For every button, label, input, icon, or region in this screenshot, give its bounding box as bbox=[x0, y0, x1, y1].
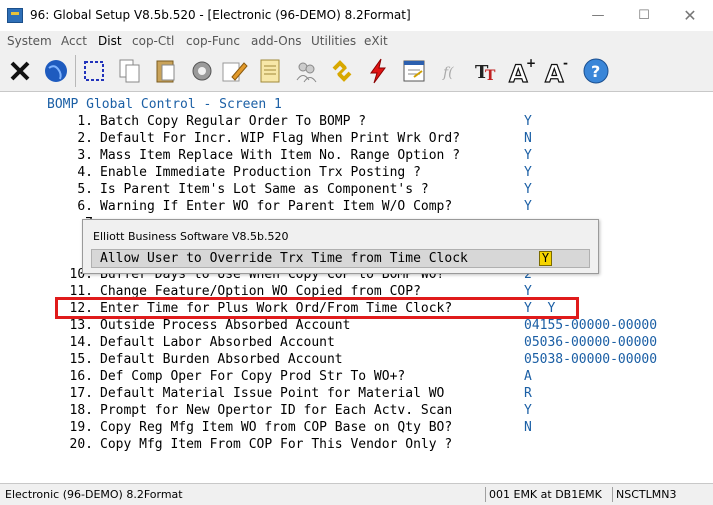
app-icon bbox=[7, 8, 23, 23]
line-value[interactable]: 05038-00000-00000 bbox=[524, 351, 657, 368]
line-value[interactable]: Y bbox=[524, 164, 532, 181]
line-label: Copy Reg Mfg Item WO from COP Base on Qt… bbox=[100, 420, 453, 435]
line-value[interactable]: Y bbox=[524, 113, 532, 130]
line-number: 14. bbox=[69, 335, 93, 350]
dialog-title: Elliott Business Software V8.5b.520 bbox=[93, 230, 289, 243]
line-number: 16. bbox=[69, 369, 93, 384]
minimize-icon[interactable]: — bbox=[575, 0, 621, 30]
script-icon[interactable]: f( bbox=[434, 55, 466, 87]
copy-icon[interactable] bbox=[114, 55, 146, 87]
line-label: Batch Copy Regular Order To BOMP ? bbox=[100, 114, 367, 129]
line-value[interactable]: A bbox=[524, 368, 532, 385]
menu-system[interactable]: System bbox=[7, 34, 52, 48]
menu-cop-func[interactable]: cop-Func bbox=[186, 34, 240, 48]
line-value[interactable]: R bbox=[524, 385, 532, 402]
status-company: Electronic (96-DEMO) 8.2Format bbox=[5, 488, 183, 501]
form-icon[interactable] bbox=[398, 55, 430, 87]
svg-text:-: - bbox=[563, 56, 568, 70]
svg-text:?: ? bbox=[591, 62, 600, 81]
menu-exit[interactable]: eXit bbox=[364, 34, 388, 48]
line-label: Copy Mfg Item From COP For This Vendor O… bbox=[100, 437, 453, 452]
link-icon[interactable] bbox=[326, 55, 358, 87]
line-value[interactable]: 04155-00000-00000 bbox=[524, 317, 657, 334]
line-number: 18. bbox=[69, 403, 93, 418]
line-value[interactable]: Y bbox=[524, 402, 532, 419]
menu-bar: System Acct Dist cop-Ctl cop-Func add-On… bbox=[0, 31, 713, 51]
line-label: Default Burden Absorbed Account bbox=[100, 352, 343, 367]
status-screen: NSCTLMN3 bbox=[612, 487, 676, 502]
line-value[interactable]: Y bbox=[524, 181, 532, 198]
line-value[interactable]: Y bbox=[524, 198, 532, 215]
line-12-highlight bbox=[55, 297, 579, 319]
dialog-input[interactable]: Y bbox=[539, 251, 552, 266]
status-user: 001 EMK at DB1EMK bbox=[485, 487, 602, 502]
line-label: Warning If Enter WO for Parent Item W/O … bbox=[100, 199, 453, 214]
paste-icon[interactable] bbox=[150, 55, 182, 87]
font-larger-icon[interactable]: A + bbox=[506, 55, 538, 89]
line-label: Prompt for New Opertor ID for Each Actv.… bbox=[100, 403, 453, 418]
line-label: Def Comp Oper For Copy Prod Str To WO+? bbox=[100, 369, 406, 384]
menu-cop-ctl[interactable]: cop-Ctl bbox=[132, 34, 174, 48]
prompt-dialog: Elliott Business Software V8.5b.520 Allo… bbox=[82, 219, 599, 274]
edit-icon[interactable] bbox=[218, 55, 250, 87]
screen-title: BOMP Global Control - Screen 1 bbox=[47, 97, 282, 112]
line-value[interactable]: N bbox=[524, 130, 532, 147]
svg-text:A: A bbox=[545, 60, 564, 87]
line-number: 19. bbox=[69, 420, 93, 435]
notes-icon[interactable] bbox=[254, 55, 286, 87]
line-number: 6. bbox=[77, 199, 93, 214]
menu-acct[interactable]: Acct bbox=[61, 34, 87, 48]
line-number: 5. bbox=[77, 182, 93, 197]
help-icon[interactable]: ? bbox=[580, 55, 612, 87]
line-number: 2. bbox=[77, 131, 93, 146]
line-label: Default For Incr. WIP Flag When Print Wr… bbox=[100, 131, 461, 146]
line-label: Default Labor Absorbed Account bbox=[100, 335, 335, 350]
line-value[interactable]: 05036-00000-00000 bbox=[524, 334, 657, 351]
close-icon[interactable]: ✕ bbox=[667, 0, 713, 30]
line-number: 17. bbox=[69, 386, 93, 401]
toolbar: f( TT A + A- ? bbox=[0, 51, 713, 92]
select-icon[interactable] bbox=[78, 55, 110, 87]
line-label: Mass Item Replace With Item No. Range Op… bbox=[100, 148, 461, 163]
font-smaller-icon[interactable]: A- bbox=[542, 55, 574, 89]
status-bar: Electronic (96-DEMO) 8.2Format 001 EMK a… bbox=[0, 483, 713, 505]
menu-add-ons[interactable]: add-Ons bbox=[251, 34, 302, 48]
line-number: 4. bbox=[77, 165, 93, 180]
maximize-icon[interactable]: ☐ bbox=[621, 0, 667, 30]
line-number: 20. bbox=[69, 437, 93, 452]
menu-utilities[interactable]: Utilities bbox=[311, 34, 356, 48]
dialog-field: Allow User to Override Trx Time from Tim… bbox=[91, 249, 590, 268]
terminal-screen: BOMP Global Control - Screen 1 1. Batch C… bbox=[0, 92, 713, 483]
line-number: 3. bbox=[77, 148, 93, 163]
svg-text:+: + bbox=[526, 56, 536, 70]
font-icon[interactable]: TT bbox=[470, 55, 502, 87]
line-number: 15. bbox=[69, 352, 93, 367]
window-title: 96: Global Setup V8.5b.520 - [Electronic… bbox=[30, 8, 411, 22]
globe-icon[interactable] bbox=[40, 55, 72, 87]
exit-icon[interactable] bbox=[4, 55, 36, 87]
dialog-prompt: Allow User to Override Trx Time from Tim… bbox=[100, 251, 468, 266]
line-value[interactable]: Y bbox=[524, 147, 532, 164]
flash-icon[interactable] bbox=[362, 55, 394, 87]
line-number: 13. bbox=[69, 318, 93, 333]
line-label: Outside Process Absorbed Account bbox=[100, 318, 351, 333]
line-number: 1. bbox=[77, 114, 93, 129]
line-label: Enable Immediate Production Trx Posting … bbox=[100, 165, 421, 180]
users-icon[interactable] bbox=[290, 55, 322, 87]
title-bar: 96: Global Setup V8.5b.520 - [Electronic… bbox=[0, 0, 713, 31]
menu-dist[interactable]: Dist bbox=[98, 34, 122, 48]
line-label: Is Parent Item's Lot Same as Component's… bbox=[100, 182, 429, 197]
settings-icon[interactable] bbox=[186, 55, 218, 87]
svg-text:T: T bbox=[485, 68, 496, 84]
svg-text:f(: f( bbox=[442, 65, 454, 81]
line-value[interactable]: N bbox=[524, 419, 532, 436]
line-label: Default Material Issue Point for Materia… bbox=[100, 386, 445, 401]
